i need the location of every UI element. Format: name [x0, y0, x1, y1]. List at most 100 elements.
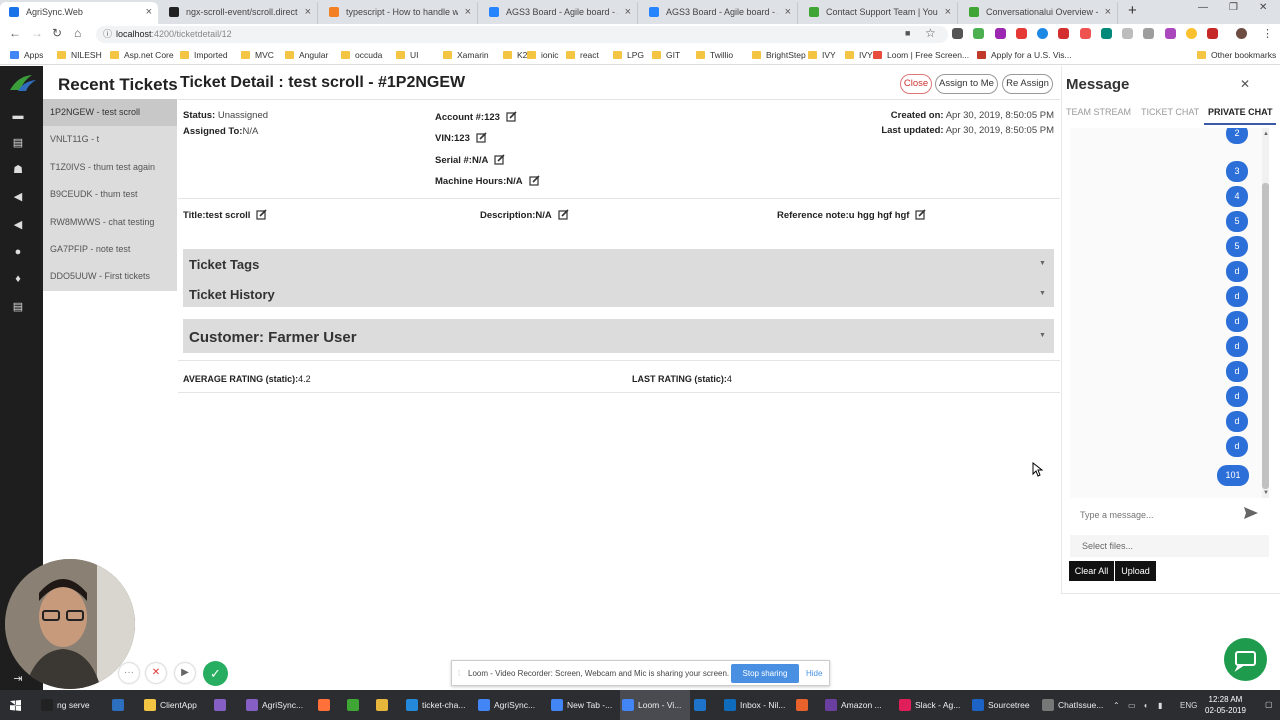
chevron-down-icon[interactable]: ▼ [1039, 260, 1046, 267]
browser-tab[interactable]: AgriSync.Web × [0, 2, 158, 24]
nav-broadcast-icon[interactable]: ◀ [11, 219, 25, 231]
nav-dashboard-icon[interactable]: ▬ [11, 110, 25, 122]
extension-icon[interactable] [1143, 28, 1154, 39]
bookmark-item[interactable]: IVY [845, 50, 873, 60]
select-files-button[interactable]: Select files... [1070, 535, 1269, 557]
nav-tickets-icon[interactable]: ▤ [11, 137, 25, 149]
taskbar-item[interactable]: Slack - Ag... [897, 690, 967, 720]
star-icon[interactable]: ☆ [925, 26, 936, 40]
bookmark-item[interactable]: GIT [652, 50, 680, 60]
notifications-icon[interactable]: ▢ [1265, 700, 1273, 709]
nav-chat-icon[interactable]: ● [11, 246, 25, 258]
chat-fab-button[interactable] [1224, 638, 1267, 681]
tab-close-icon[interactable]: × [625, 2, 631, 22]
close-icon[interactable]: ✕ [1240, 77, 1250, 91]
taskbar-item[interactable]: ticket-cha... [404, 690, 474, 720]
tab-ticket-chat[interactable]: TICKET CHAT [1141, 107, 1199, 117]
tab-close-icon[interactable]: × [146, 2, 152, 22]
bookmark-item[interactable]: Loom | Free Screen... [873, 50, 969, 60]
edit-icon[interactable] [506, 111, 517, 122]
recent-ticket-item[interactable]: B9CEUDK - thum test [43, 181, 177, 208]
reload-icon[interactable]: ↻ [52, 26, 62, 40]
camera-icon[interactable]: ■ [905, 28, 910, 38]
recent-ticket-item[interactable]: VNLT11G - t [43, 126, 177, 153]
forward-icon[interactable]: → [31, 26, 43, 40]
bookmark-item[interactable]: react [566, 50, 599, 60]
scroll-up-icon[interactable]: ▲ [1263, 131, 1269, 137]
recent-ticket-item[interactable]: DDO5UUW - First tickets [43, 263, 177, 290]
scroll-down-icon[interactable]: ▼ [1263, 490, 1269, 496]
browser-tab[interactable]: AGS3 Board - Agile board - Jira × [480, 2, 638, 24]
tab-close-icon[interactable]: × [305, 2, 311, 22]
extension-icon[interactable] [1080, 28, 1091, 39]
pause-icon[interactable]: ▶ [175, 663, 195, 683]
chevron-down-icon[interactable]: ▼ [1039, 290, 1046, 297]
menu-icon[interactable]: ⋮ [1262, 27, 1273, 40]
extension-icon[interactable] [1101, 28, 1112, 39]
recent-ticket-item[interactable]: RW8MWWS - chat testing [43, 209, 177, 236]
taskbar-item[interactable]: Inbox - Nil... [722, 690, 792, 720]
webcam-bubble[interactable] [5, 559, 135, 689]
url-input[interactable]: ⓘ localhost:4200/ticketdetail/12 [96, 26, 948, 43]
volume-icon[interactable]: ◖ [1143, 701, 1148, 710]
bookmark-item[interactable]: NILESH [57, 50, 102, 60]
bookmark-item[interactable]: Angular [285, 50, 328, 60]
ticket-tags-header[interactable]: Ticket Tags [189, 257, 259, 272]
nav-users-icon[interactable]: ☗ [11, 164, 25, 176]
tab-close-icon[interactable]: × [465, 2, 471, 22]
recent-ticket-item[interactable]: 1P2NGEW - test scroll [43, 99, 177, 126]
taskbar-item[interactable] [110, 690, 136, 720]
hide-link[interactable]: Hide [806, 669, 822, 678]
extension-icon[interactable] [1122, 28, 1133, 39]
bookmark-item[interactable]: LPG [613, 50, 644, 60]
nav-reports-icon[interactable]: ▤ [11, 301, 25, 313]
taskbar-item[interactable]: Amazon ... [823, 690, 893, 720]
taskbar-item[interactable]: ChatIssue... [1040, 690, 1110, 720]
chevron-down-icon[interactable]: ▼ [1039, 332, 1046, 339]
home-icon[interactable]: ⌂ [74, 26, 81, 40]
taskbar-item[interactable]: AgriSync... [476, 690, 546, 720]
browser-tab[interactable]: typescript - How to handle wind × [320, 2, 478, 24]
taskbar-item[interactable] [345, 690, 371, 720]
extension-icon[interactable] [973, 28, 984, 39]
taskbar-item[interactable]: ng serve [39, 690, 109, 720]
send-icon[interactable] [1243, 506, 1259, 520]
edit-icon[interactable] [915, 209, 927, 220]
cancel-recording-icon[interactable]: ✕ [146, 663, 166, 683]
edit-icon[interactable] [256, 209, 267, 220]
upload-button[interactable]: Upload [1115, 561, 1156, 581]
tab-close-icon[interactable]: × [945, 2, 951, 22]
recent-ticket-item[interactable]: T1Z0IVS - thum test again [43, 154, 177, 181]
bookmark-item[interactable]: MVC [241, 50, 274, 60]
extension-icon[interactable] [1058, 28, 1069, 39]
tab-close-icon[interactable]: × [1105, 2, 1111, 22]
nav-ideas-icon[interactable]: ♦ [11, 273, 25, 285]
taskbar-item[interactable] [794, 690, 820, 720]
browser-tab[interactable]: Contact Support Team | Your Ac × [800, 2, 958, 24]
bookmark-item[interactable]: occuda [341, 50, 382, 60]
tray-chevron-icon[interactable]: ⌃ [1113, 701, 1120, 710]
bookmark-item[interactable]: BrightStep [752, 50, 806, 60]
browser-tab[interactable]: ngx-scroll-event/scroll.directive.t × [160, 2, 318, 24]
extension-icon[interactable] [995, 28, 1006, 39]
taskbar-item[interactable] [374, 690, 400, 720]
extension-icon[interactable] [1016, 28, 1027, 39]
browser-tab[interactable]: Conversationalui Overview - Con × [960, 2, 1118, 24]
taskbar-item[interactable] [212, 690, 238, 720]
reassign-button[interactable]: Re Assign [1002, 74, 1053, 94]
assign-to-me-button[interactable]: Assign to Me [935, 74, 998, 94]
nav-announcements-icon[interactable]: ◀ [11, 191, 25, 203]
clear-all-button[interactable]: Clear All [1069, 561, 1114, 581]
bookmark-item[interactable]: Other bookmarks [1197, 50, 1276, 60]
bookmark-item[interactable]: Apps [10, 50, 43, 60]
drag-handle-icon[interactable]: ⁞ [458, 669, 460, 678]
bookmark-item[interactable]: Imported [180, 50, 228, 60]
network-icon[interactable]: ▭ [1128, 701, 1136, 710]
bookmark-item[interactable]: Asp.net Core [110, 50, 174, 60]
bookmark-item[interactable]: ionic [527, 50, 558, 60]
taskbar-item[interactable]: Loom - Vi... [620, 690, 690, 720]
taskbar-item[interactable]: Sourcetree [970, 690, 1040, 720]
edit-icon[interactable] [529, 175, 540, 186]
tab-close-icon[interactable]: × [785, 2, 791, 22]
taskbar-item[interactable]: New Tab -... [549, 690, 619, 720]
